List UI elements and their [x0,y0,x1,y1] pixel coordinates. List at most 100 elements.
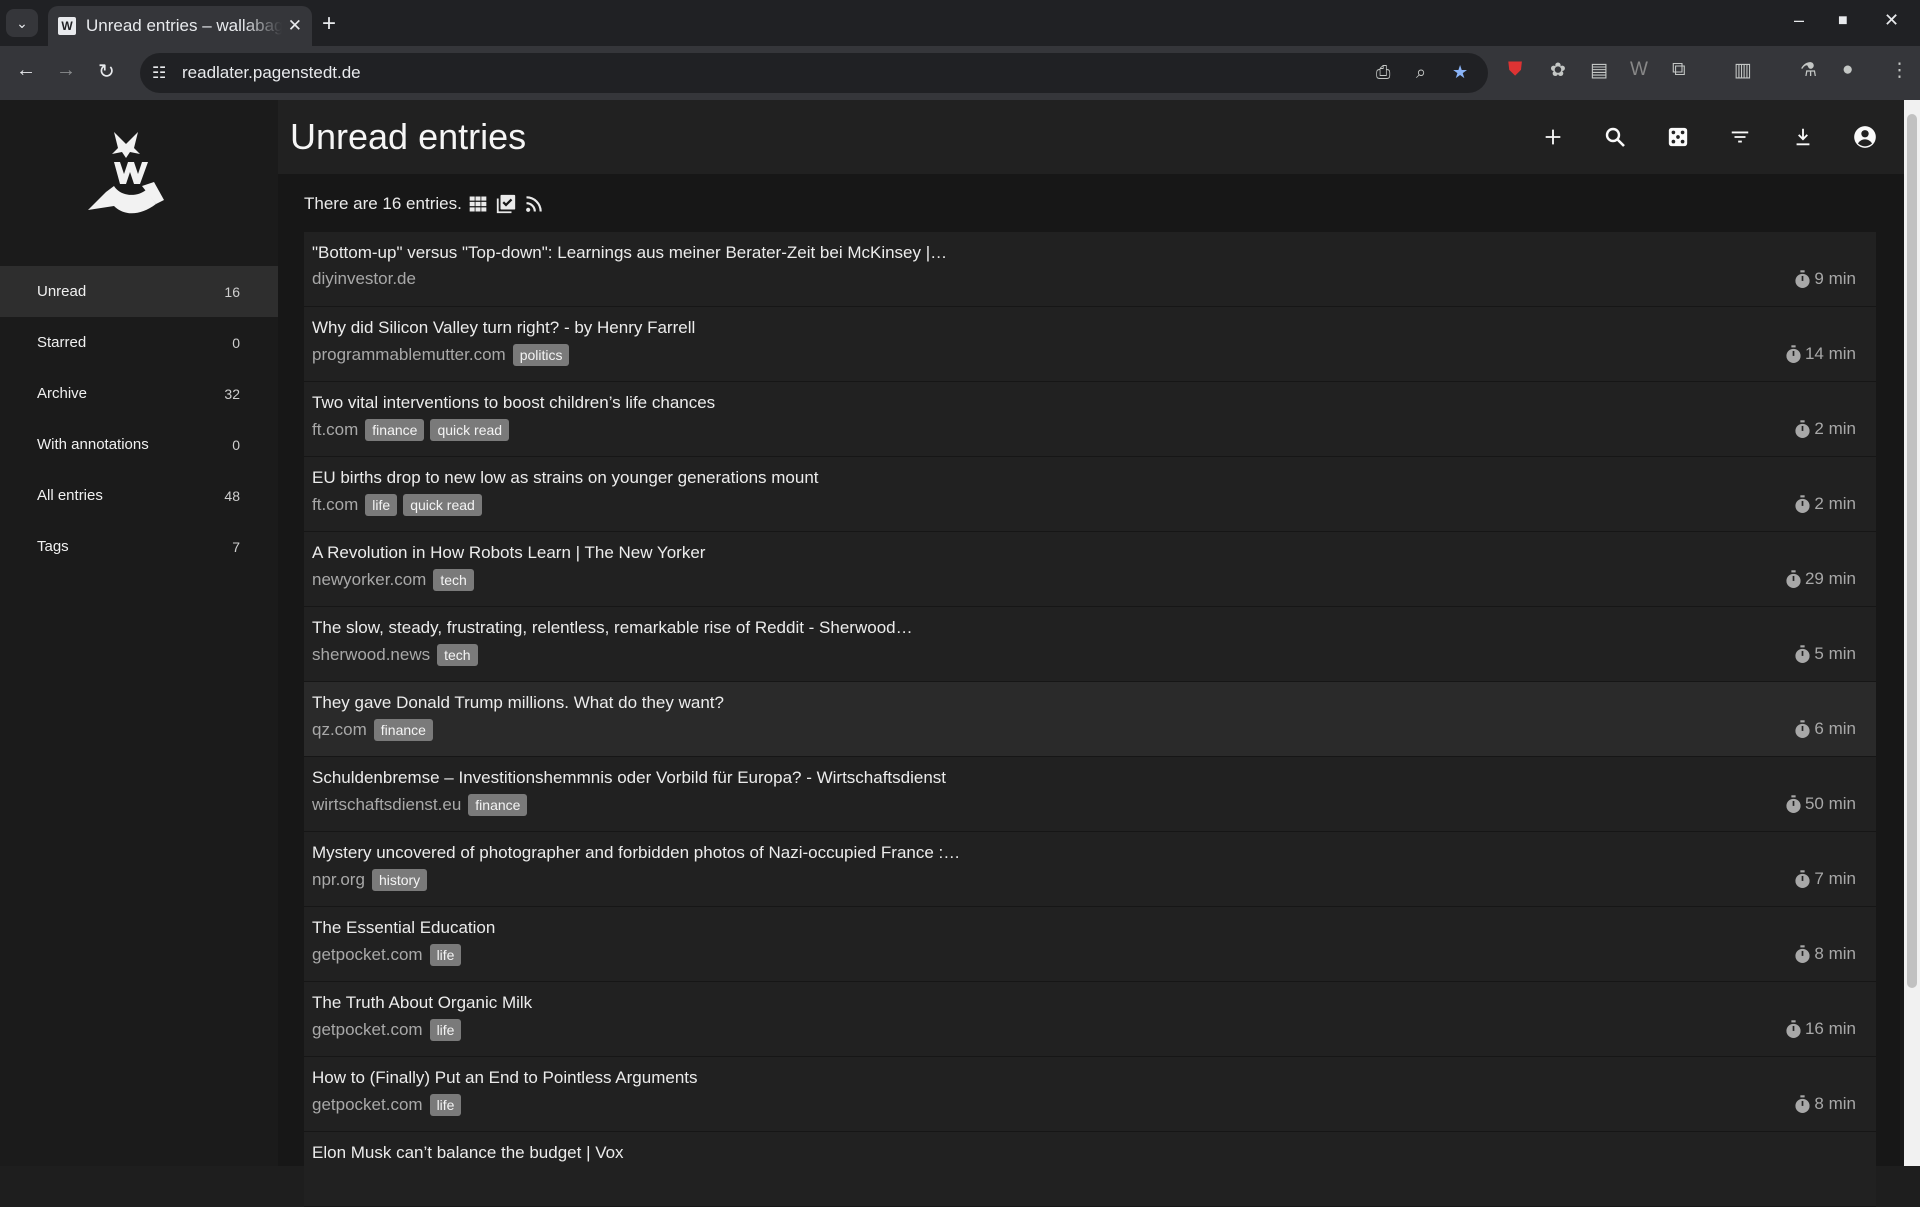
reload-icon[interactable]: ↻ [98,59,115,84]
entry-title-link[interactable]: Mystery uncovered of photographer and fo… [312,843,960,863]
entry-domain: ft.com [312,495,359,514]
entry-title-link[interactable]: A Revolution in How Robots Learn | The N… [312,543,705,563]
entry-row[interactable]: The Truth About Organic Milk getpocket.co… [304,982,1876,1057]
entry-row[interactable]: How to (Finally) Put an End to Pointless… [304,1057,1876,1132]
tab-search-dropdown[interactable]: ⌄ [6,9,38,37]
browser-toolbar: ← → ↻ ☷ readlater.pagenstedt.de ⎙ ⌕ ★ ⛊ … [0,46,1920,100]
tag-badge[interactable]: tech [437,644,478,666]
sidebar-item-archive[interactable]: Archive 32 [0,368,278,419]
sidebar-item-all-entries[interactable]: All entries 48 [0,470,278,521]
sidebar-item-tags[interactable]: Tags 7 [0,521,278,572]
search-button[interactable] [1600,122,1630,152]
zoom-icon[interactable]: ⌕ [1416,62,1426,83]
wallabag-extension-icon[interactable]: W [1630,59,1648,81]
entry-title-link[interactable]: Two vital interventions to boost childre… [312,393,715,413]
entry-row[interactable]: The Essential Education getpocket.com life… [304,907,1876,982]
entry-meta: getpocket.com life [312,944,462,966]
tag-badge[interactable]: life [429,1094,462,1116]
timer-icon [1786,569,1801,588]
entry-title-link[interactable]: Why did Silicon Valley turn right? - by … [312,318,695,338]
tag-badge[interactable]: tech [433,569,474,591]
new-tab-button[interactable]: + [322,10,336,38]
entry-title-link[interactable]: The Truth About Organic Milk [312,993,532,1013]
tag-badge[interactable]: quick read [403,494,482,516]
sidebar-item-unread[interactable]: Unread 16 [0,266,278,317]
address-bar[interactable]: ☷ readlater.pagenstedt.de ⎙ ⌕ ★ [140,53,1488,93]
filter-button[interactable] [1725,122,1755,152]
entry-row[interactable]: The slow, steady, frustrating, relentles… [304,607,1876,682]
minimize-icon[interactable]: – [1794,10,1804,31]
reading-time: 2 min [1794,494,1856,514]
entry-title-link[interactable]: Schuldenbremse – Investitionshemmnis ode… [312,768,946,788]
sidebar-item-with-annotations[interactable]: With annotations 0 [0,419,278,470]
tag-badge[interactable]: finance [373,719,433,741]
entry-meta: qz.com finance [312,719,433,741]
entry-title-link[interactable]: How to (Finally) Put an End to Pointless… [312,1068,698,1088]
entry-list: "Bottom-up" versus "Top-down": Learnings… [304,232,1876,1207]
browser-tab[interactable]: W Unread entries – wallabag ✕ [48,6,312,46]
tag-badge[interactable]: life [429,944,462,966]
extensions-puzzle-icon[interactable]: ⧉ [1672,59,1686,81]
wallabag-favicon: W [58,17,76,35]
tag-badge[interactable]: quick read [430,419,510,441]
entry-domain: wirtschaftsdienst.eu [312,795,462,814]
grid-view-icon[interactable] [466,192,490,216]
ublock-extension-icon[interactable]: ⛊ [1508,59,1522,81]
scrollbar-thumb[interactable] [1907,114,1917,988]
tag-badge[interactable]: politics [512,344,570,366]
entry-title-link[interactable]: They gave Donald Trump millions. What do… [312,693,724,713]
entry-row[interactable]: A Revolution in How Robots Learn | The N… [304,532,1876,607]
menu-kebab-icon[interactable]: ⋮ [1890,59,1909,82]
entry-row[interactable]: Two vital interventions to boost childre… [304,382,1876,457]
entry-title-link[interactable]: "Bottom-up" versus "Top-down": Learnings… [312,243,947,263]
entry-row[interactable]: Elon Musk can’t balance the budget | Vox [304,1132,1876,1207]
url-text[interactable]: readlater.pagenstedt.de [182,63,361,83]
sidebar-item-label: Starred [37,334,87,351]
add-entry-button[interactable] [1538,122,1568,152]
reader-extension-icon[interactable]: ▤ [1590,59,1608,82]
entry-row[interactable]: EU births drop to new low as strains on … [304,457,1876,532]
entry-row[interactable]: "Bottom-up" versus "Top-down": Learnings… [304,232,1876,307]
close-tab-icon[interactable]: ✕ [288,16,302,36]
sidebar-nav: Unread 16 Starred 0 Archive 32 With anno… [0,266,278,572]
entry-title-link[interactable]: The slow, steady, frustrating, relentles… [312,618,913,638]
entry-domain: programmablemutter.com [312,345,506,364]
entry-row[interactable]: They gave Donald Trump millions. What do… [304,682,1876,757]
reading-time-text: 8 min [1814,944,1856,963]
sidebar-item-label: Tags [37,538,69,555]
export-button[interactable] [1788,122,1818,152]
forward-icon[interactable]: → [56,59,76,82]
bulk-select-icon[interactable] [494,192,518,216]
page-scrollbar[interactable] [1904,100,1920,1166]
account-button[interactable] [1850,122,1880,152]
entry-row[interactable]: Mystery uncovered of photographer and fo… [304,832,1876,907]
site-info-icon[interactable]: ☷ [152,63,166,83]
tag-badge[interactable]: life [365,494,398,516]
main-content: There are 16 entries. "Bottom-up" versus… [278,174,1904,1207]
wallabag-logo-icon[interactable] [84,130,166,216]
profile-icon[interactable]: ● [1842,59,1853,81]
tag-badge[interactable]: history [371,869,428,891]
entry-domain: qz.com [312,720,367,739]
maximize-icon[interactable]: ■ [1838,12,1848,30]
entry-title-link[interactable]: The Essential Education [312,918,495,938]
extension-icon[interactable]: ✿ [1550,59,1566,82]
bookmark-star-icon[interactable]: ★ [1452,62,1468,83]
sidebar-item-starred[interactable]: Starred 0 [0,317,278,368]
reading-time-text: 2 min [1814,494,1856,513]
back-icon[interactable]: ← [16,59,36,82]
entry-row[interactable]: Schuldenbremse – Investitionshemmnis ode… [304,757,1876,832]
app-header: Unread entries [278,100,1904,174]
entry-row[interactable]: Why did Silicon Valley turn right? - by … [304,307,1876,382]
tag-badge[interactable]: life [429,1019,462,1041]
random-entry-button[interactable] [1663,122,1693,152]
entry-title-link[interactable]: Elon Musk can’t balance the budget | Vox [312,1143,624,1163]
entry-title-link[interactable]: EU births drop to new low as strains on … [312,468,819,488]
rss-feed-icon[interactable] [522,192,546,216]
tag-badge[interactable]: finance [468,794,528,816]
labs-flask-icon[interactable]: ⚗ [1800,59,1817,82]
window-close-icon[interactable]: ✕ [1884,10,1899,31]
reading-list-icon[interactable]: ▥ [1734,59,1752,82]
tag-badge[interactable]: finance [365,419,425,441]
install-app-icon[interactable]: ⎙ [1376,62,1390,83]
